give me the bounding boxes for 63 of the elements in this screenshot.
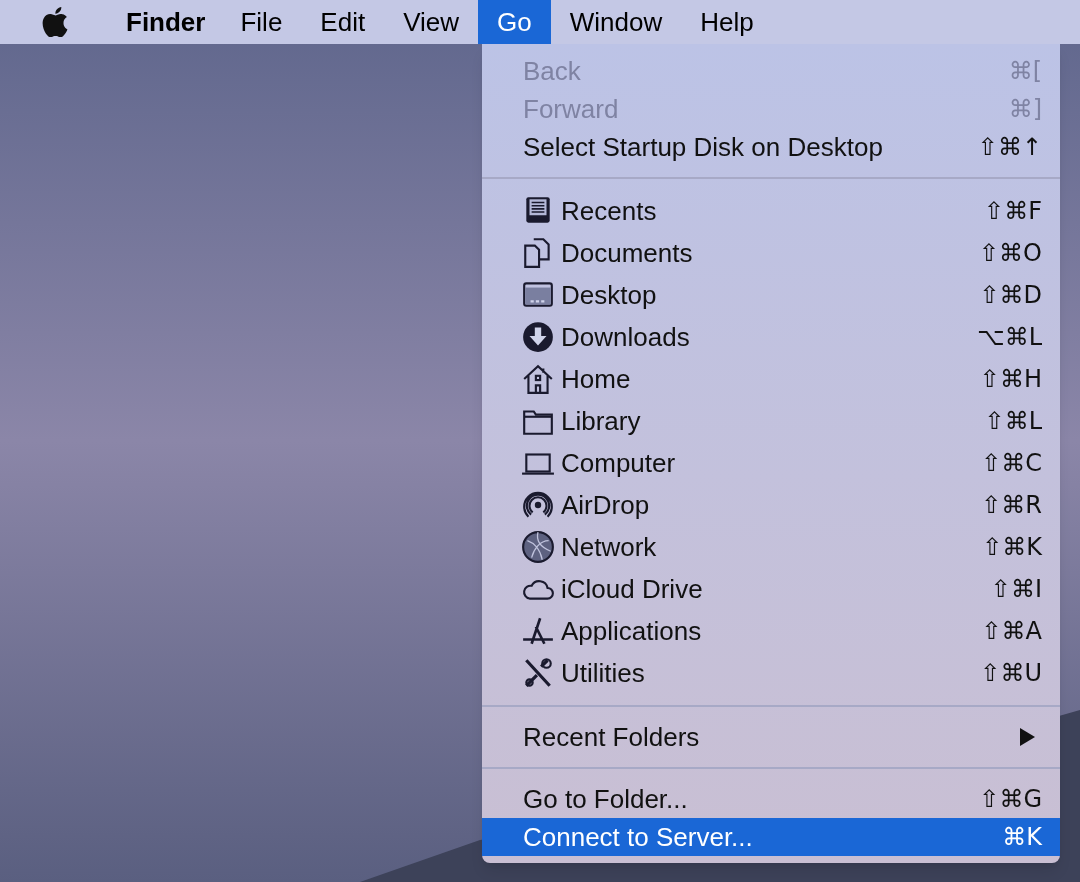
shortcut: ⇧⌘↑ — [977, 132, 1042, 163]
shortcut: ⇧⌘U — [980, 658, 1042, 689]
menu-item[interactable]: Home ⇧⌘H — [482, 358, 1060, 400]
menu-item[interactable]: Connect to Server... ⌘K — [482, 818, 1060, 856]
app-name[interactable]: Finder — [110, 0, 222, 44]
menu-bar-item[interactable]: Help — [681, 0, 773, 44]
shortcut: ⇧⌘R — [981, 490, 1042, 521]
menu-item[interactable]: Library ⇧⌘L — [482, 400, 1060, 442]
shortcut: ⇧⌘I — [990, 574, 1042, 605]
menu-item-label: Back — [523, 54, 582, 88]
shortcut: ⇧⌘A — [981, 616, 1042, 647]
menu-bar-item[interactable]: Go — [478, 0, 551, 44]
menu-item[interactable]: Utilities ⇧⌘U — [482, 652, 1060, 694]
menu-item[interactable]: Desktop ⇧⌘D — [482, 274, 1060, 316]
shortcut: ⇧⌘O — [979, 238, 1042, 269]
menu-item-label: iCloud Drive — [561, 572, 704, 606]
shortcut: ⇧⌘K — [982, 532, 1042, 563]
shortcut: ⇧⌘G — [979, 784, 1042, 815]
menu-item-label: Documents — [561, 236, 694, 270]
house-icon — [521, 362, 555, 396]
download-icon — [521, 320, 555, 354]
menu-item[interactable]: Recents ⇧⌘F — [482, 190, 1060, 232]
shortcut: ⌘K — [1002, 822, 1042, 853]
menu-item[interactable]: AirDrop ⇧⌘R — [482, 484, 1060, 526]
shortcut: ⌘[ — [1008, 56, 1042, 87]
menu-item-label: Recents — [561, 194, 658, 228]
menu-item-label: Utilities — [561, 656, 646, 690]
menu-bar-item[interactable]: Window — [550, 0, 682, 44]
menu-item[interactable]: Go to Folder... ⇧⌘G — [482, 780, 1060, 818]
menu-item-label: Select Startup Disk on Desktop — [523, 130, 884, 164]
menu-item[interactable]: Recent Folders — [482, 718, 1060, 756]
menu-item-label: Network — [561, 530, 658, 564]
menu-item-label: Forward — [523, 92, 620, 126]
shortcut: ⇧⌘H — [979, 364, 1042, 395]
menu-item-label: Library — [561, 404, 642, 438]
globe-icon — [521, 530, 555, 564]
shortcut: ⌘] — [1008, 94, 1042, 125]
menu-bar-item[interactable]: File — [221, 0, 302, 44]
apple-logo-icon[interactable] — [42, 7, 68, 37]
menu-item[interactable]: Computer ⇧⌘C — [482, 442, 1060, 484]
menu-item-label: Connect to Server... — [523, 820, 754, 854]
menu-item[interactable]: Select Startup Disk on Desktop ⇧⌘↑ — [482, 128, 1060, 166]
menu-item-label: Computer — [561, 446, 677, 480]
shortcut: ⇧⌘F — [984, 196, 1042, 227]
shortcut: ⇧⌘C — [981, 448, 1042, 479]
menu-item-label: Downloads — [561, 320, 691, 354]
menu-item-label: AirDrop — [561, 488, 651, 522]
menu-bar-item[interactable]: View — [384, 0, 479, 44]
menu-item-label: Go to Folder... — [523, 782, 689, 816]
menu-item[interactable]: iCloud Drive ⇧⌘I — [482, 568, 1060, 610]
menu-item-label: Desktop — [561, 278, 658, 312]
menu-item[interactable]: Documents ⇧⌘O — [482, 232, 1060, 274]
menu-item-label: Recent Folders — [523, 720, 701, 754]
menu-item-label: Applications — [561, 614, 703, 648]
menu-item-label: Home — [561, 362, 632, 396]
menu-item[interactable]: Downloads ⌥⌘L — [482, 316, 1060, 358]
shortcut: ⇧⌘L — [984, 406, 1042, 437]
menu-bar-item[interactable]: Edit — [301, 0, 385, 44]
submenu-arrow-icon — [1018, 727, 1036, 747]
shortcut: ⇧⌘D — [979, 280, 1042, 311]
shortcut: ⌥⌘L — [976, 322, 1042, 353]
menu-item[interactable]: Network ⇧⌘K — [482, 526, 1060, 568]
menu-item[interactable]: Applications ⇧⌘A — [482, 610, 1060, 652]
